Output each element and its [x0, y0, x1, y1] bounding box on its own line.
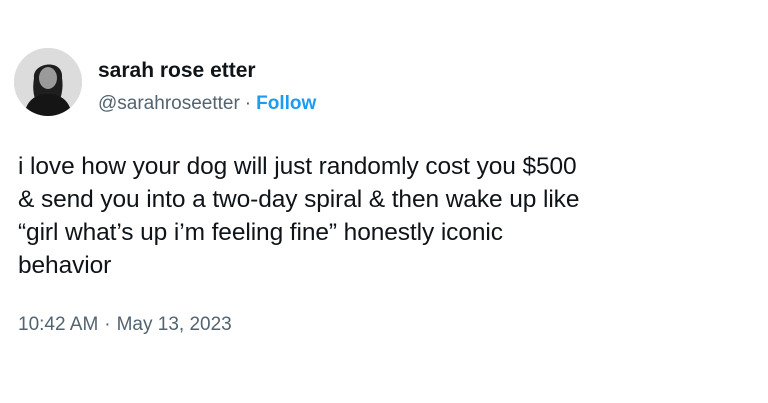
tweet-timestamp: 10:42 AM · May 13, 2023 — [18, 313, 232, 337]
handle-separator: · — [244, 93, 252, 114]
tweet-date[interactable]: May 13, 2023 — [117, 314, 232, 335]
profile-photo-icon — [14, 48, 82, 116]
follow-button[interactable]: Follow — [256, 93, 316, 114]
author-display-name[interactable]: sarah rose etter — [98, 58, 256, 84]
tweet-text: i love how your dog will just randomly c… — [18, 153, 580, 279]
timestamp-separator: · — [104, 314, 111, 335]
tweet-time[interactable]: 10:42 AM — [18, 314, 98, 335]
avatar[interactable] — [14, 48, 82, 116]
author-handle[interactable]: @sarahroseetter — [98, 93, 240, 114]
tweet-card: sarah rose etter @sarahroseetter · Follow … — [0, 0, 768, 403]
author-handle-row: @sarahroseetter · Follow — [98, 92, 316, 116]
